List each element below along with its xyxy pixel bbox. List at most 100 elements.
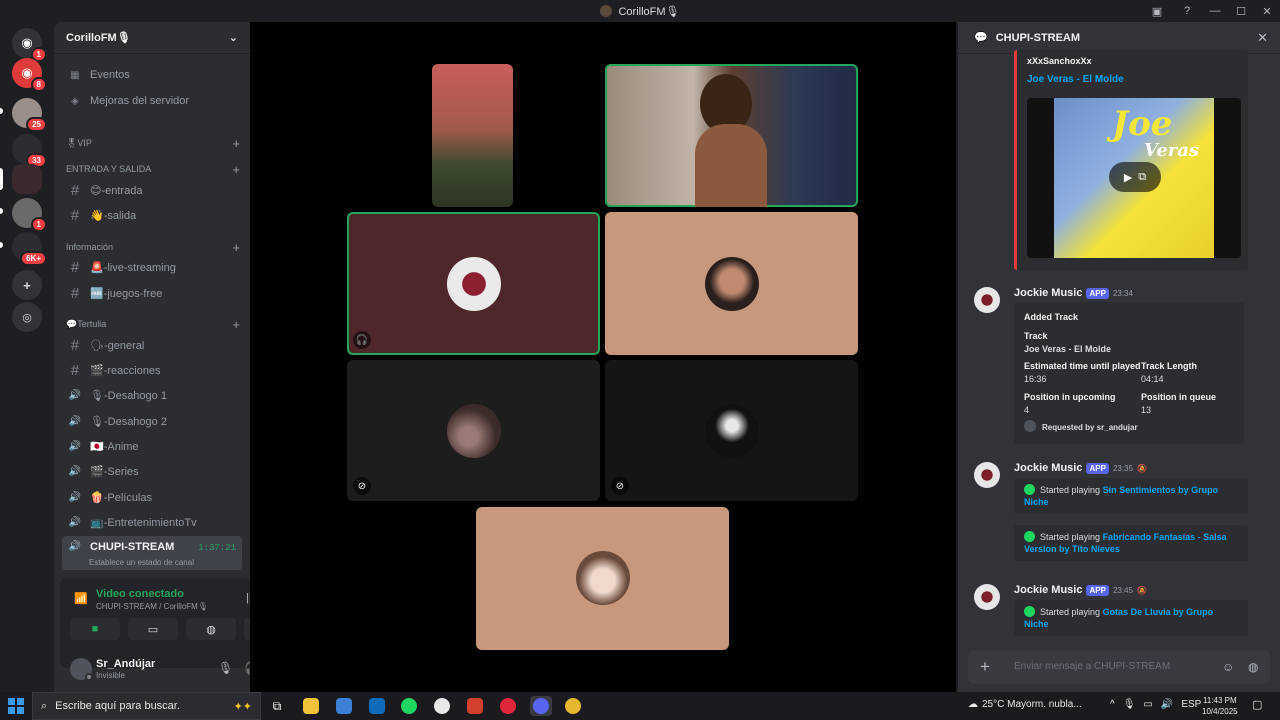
outlook-icon[interactable]: [366, 696, 388, 716]
video-tile[interactable]: ⊘: [605, 360, 858, 501]
maximize-button[interactable]: ☐: [1228, 0, 1254, 22]
avatar[interactable]: [974, 287, 1000, 313]
voice-channel-anime[interactable]: 🔊 🇯🇵-Anime: [62, 435, 242, 457]
channel-live-streaming[interactable]: # 🚨-live-streaming: [62, 256, 242, 278]
server-icon[interactable]: 33: [12, 134, 47, 168]
microphone-icon[interactable]: 🎙: [1123, 699, 1136, 710]
server-icon[interactable]: ◉ 8: [12, 58, 47, 92]
guild-header[interactable]: CorilloFM🎙 ⌄: [54, 22, 250, 54]
link-embed: xXxSanchoxXx Joe Veras - El Molde Joe Ve…: [1014, 50, 1248, 270]
add-server-button[interactable]: +: [12, 270, 42, 300]
avatar[interactable]: [974, 584, 1000, 610]
server-icon[interactable]: 25: [12, 98, 47, 132]
voice-location[interactable]: CHUPI-STREAM / CorilloFM🎙: [96, 602, 208, 611]
discord-red-icon: ◉: [21, 65, 33, 80]
video-tile[interactable]: [605, 212, 858, 355]
category-tertulia[interactable]: 💬Tertulia +: [66, 315, 240, 333]
minimize-button[interactable]: —: [1202, 0, 1228, 22]
weather-widget[interactable]: ☁ 25°C Mayorm. nubla...: [968, 699, 1082, 710]
direct-messages-button[interactable]: ◉ 1: [12, 28, 47, 62]
channel-general[interactable]: # 🗣-general: [62, 334, 242, 356]
screen-share-button[interactable]: ▭: [128, 618, 178, 640]
channel-salida[interactable]: # 👋-salida: [62, 204, 242, 226]
network-icon[interactable]: ▭: [1143, 699, 1152, 710]
server-icon-active[interactable]: [12, 164, 42, 194]
volume-icon[interactable]: 🔊: [1161, 699, 1173, 710]
server-boosts-link[interactable]: ◈ Mejoras del servidor: [62, 90, 242, 112]
message-author[interactable]: Jockie Music: [1014, 287, 1082, 299]
voice-channel-peliculas[interactable]: 🔊 🍿-Películas: [62, 486, 242, 508]
add-channel-icon[interactable]: +: [232, 136, 240, 151]
server-folder[interactable]: 6K+: [12, 232, 47, 266]
user-panel: Sr_Andújar Invisible 🎙 🎧 ⚙: [60, 650, 250, 690]
muted-icon: 🔕: [1136, 463, 1147, 473]
microphone-icon[interactable]: 🎙: [218, 661, 233, 675]
chevron-down-icon: ⌄: [228, 32, 238, 44]
video-tile[interactable]: [476, 507, 729, 650]
chat-channel-name: CHUPI-STREAM: [995, 31, 1081, 44]
video-tile-speaking[interactable]: [605, 64, 858, 207]
chevron-up-icon[interactable]: ^: [1110, 699, 1115, 710]
avatar[interactable]: [974, 462, 1000, 488]
category-vip[interactable]: 🎖VIP +: [66, 134, 240, 152]
camera-button[interactable]: ■: [70, 618, 120, 640]
video-tile[interactable]: ⊘: [347, 360, 600, 501]
voice-channel-entretenimiento[interactable]: 🔊 📺-EntretenimientoTv: [62, 511, 242, 533]
voice-channel-desahogo-1[interactable]: 🔊 🎙-Desahogo 1: [62, 384, 242, 406]
inbox-icon[interactable]: ▣: [1142, 0, 1172, 22]
discord-taskbar-icon[interactable]: [530, 696, 552, 716]
file-explorer-icon[interactable]: [300, 696, 322, 716]
activities-button[interactable]: ◍: [186, 618, 236, 640]
avatar: [705, 257, 759, 311]
chat-bubble-icon: 💬: [974, 32, 988, 44]
help-icon[interactable]: ?: [1172, 0, 1202, 22]
play-button[interactable]: ▶ ⧉: [1109, 162, 1161, 192]
add-channel-icon[interactable]: +: [232, 317, 240, 332]
message-input-placeholder[interactable]: Enviar mensaje a CHUPI-STREAM: [1014, 661, 1170, 672]
video-tile[interactable]: [432, 64, 513, 207]
steam-icon[interactable]: [431, 696, 453, 716]
store-icon[interactable]: [333, 696, 355, 716]
notification-icon[interactable]: ▢: [1252, 698, 1262, 711]
attach-plus-icon[interactable]: +: [980, 657, 990, 677]
gamepad-icon[interactable]: ◍: [1248, 660, 1258, 674]
clock[interactable]: 11:43 PM 10/4/2025: [1202, 695, 1238, 717]
explore-button[interactable]: ◎: [12, 302, 42, 332]
category-entrada[interactable]: ENTRADA Y SALIDA +: [66, 160, 240, 178]
voice-channel-desahogo-2[interactable]: 🔊 🎙-Desahogo 2: [62, 410, 242, 432]
speaker-icon: 🔊: [68, 440, 82, 452]
channel-reacciones[interactable]: # 🎬-reacciones: [62, 359, 242, 381]
spotify-icon[interactable]: [398, 696, 420, 716]
add-channel-icon[interactable]: +: [232, 240, 240, 255]
app-icon[interactable]: [464, 696, 486, 716]
speaker-icon: 🔊: [68, 465, 82, 477]
task-view-icon[interactable]: ⧉: [266, 696, 288, 716]
chrome-icon[interactable]: [562, 696, 584, 716]
app-badge: APP: [1086, 462, 1109, 474]
close-window-button[interactable]: ✕: [1254, 0, 1280, 22]
embed-title-link[interactable]: Joe Veras - El Molde: [1027, 74, 1124, 85]
message-composer[interactable]: + Enviar mensaje a CHUPI-STREAM ☺ ◍: [968, 650, 1270, 684]
screen-share-icon: ▭: [147, 623, 159, 636]
channel-juegos-free[interactable]: # 🆓-juegos-free: [62, 282, 242, 304]
video-thumbnail[interactable]: Joe Veras ▶ ⧉: [1027, 98, 1241, 258]
close-icon[interactable]: ✕: [1257, 30, 1268, 46]
taskbar-search[interactable]: ⌕ Escribe aquí para buscar. ✦✦: [32, 692, 261, 720]
opera-icon[interactable]: [497, 696, 519, 716]
video-tile-speaking[interactable]: 🎧: [347, 212, 600, 355]
events-link[interactable]: ▦ Eventos: [62, 64, 242, 86]
voice-channel-series[interactable]: 🔊 🎬-Series: [62, 460, 242, 482]
title-bar: CorilloFM🎙 ▣ ? — ☐ ✕: [0, 0, 1280, 22]
voice-channel-chupi-stream[interactable]: 🔊 CHUPI-STREAM 1:37:21 Establece un esta…: [62, 536, 242, 570]
windows-start-button[interactable]: [8, 698, 24, 714]
language-indicator[interactable]: ESP: [1181, 699, 1201, 710]
category-info[interactable]: Información +: [66, 238, 240, 256]
add-channel-icon[interactable]: +: [232, 162, 240, 177]
message-author[interactable]: Jockie Music: [1014, 462, 1082, 474]
emoji-icon[interactable]: ☺: [1222, 660, 1234, 674]
channel-status-prompt[interactable]: Establece un estado de canal: [89, 558, 194, 567]
discord-logo-icon: ◉: [21, 35, 33, 50]
server-icon[interactable]: 1: [12, 198, 47, 232]
message-author[interactable]: Jockie Music: [1014, 584, 1082, 596]
channel-entrada[interactable]: # 😊-entrada: [62, 179, 242, 201]
